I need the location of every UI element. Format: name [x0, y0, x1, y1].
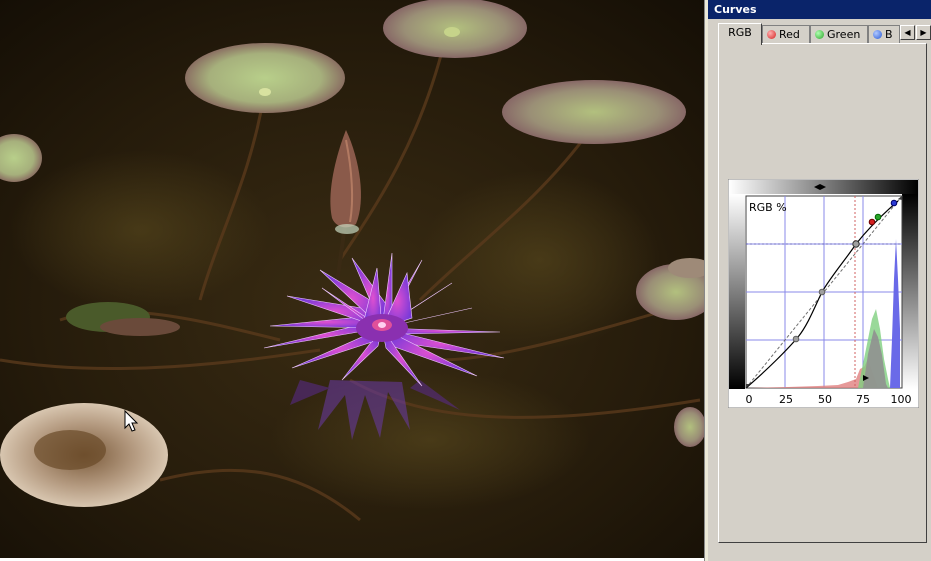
tab-label: Red: [779, 28, 800, 41]
x-tick-label: 75: [856, 393, 870, 406]
curve-channel-label: RGB %: [749, 201, 787, 214]
panel-title: Curves: [708, 0, 931, 19]
tab-rgb[interactable]: RGB: [718, 23, 762, 45]
tab-label: B: [885, 28, 893, 41]
green-dot-icon: [815, 30, 824, 39]
red-channel-point[interactable]: [868, 218, 876, 226]
x-tick-label: 50: [818, 393, 832, 406]
x-tick-label: 100: [891, 393, 912, 406]
x-tick-label: 0: [746, 393, 753, 406]
curve-point[interactable]: [818, 288, 826, 296]
curve-point[interactable]: [852, 240, 860, 248]
tab-green[interactable]: Green: [810, 25, 868, 43]
lily-pad: [185, 43, 345, 113]
lily-pad: [502, 80, 686, 144]
channel-tabs: RGB Red Green B ◀ ▶: [718, 23, 931, 45]
curve-editor[interactable]: RGB % 0 25 50 75 100: [728, 179, 919, 408]
input-gradient-bar: [729, 194, 745, 389]
output-gradient-bar-right: [902, 194, 918, 389]
tab-red[interactable]: Red: [762, 25, 810, 43]
photo-water-lily: [0, 0, 704, 558]
tab-label: Green: [827, 28, 861, 41]
green-channel-point[interactable]: [874, 213, 882, 221]
tab-scroll-right-icon[interactable]: ▶: [916, 25, 931, 40]
tab-scroll-left-icon[interactable]: ◀: [900, 25, 915, 40]
lily-pad: [383, 0, 527, 58]
x-tick-label: 25: [779, 393, 793, 406]
image-canvas[interactable]: [0, 0, 704, 558]
tab-blue[interactable]: B: [868, 25, 900, 43]
red-dot-icon: [767, 30, 776, 39]
curve-point[interactable]: [792, 335, 800, 343]
tab-label: RGB: [728, 26, 752, 39]
blue-dot-icon: [873, 30, 882, 39]
blue-channel-point[interactable]: [890, 199, 898, 207]
lily-pad-brown: [0, 403, 168, 507]
